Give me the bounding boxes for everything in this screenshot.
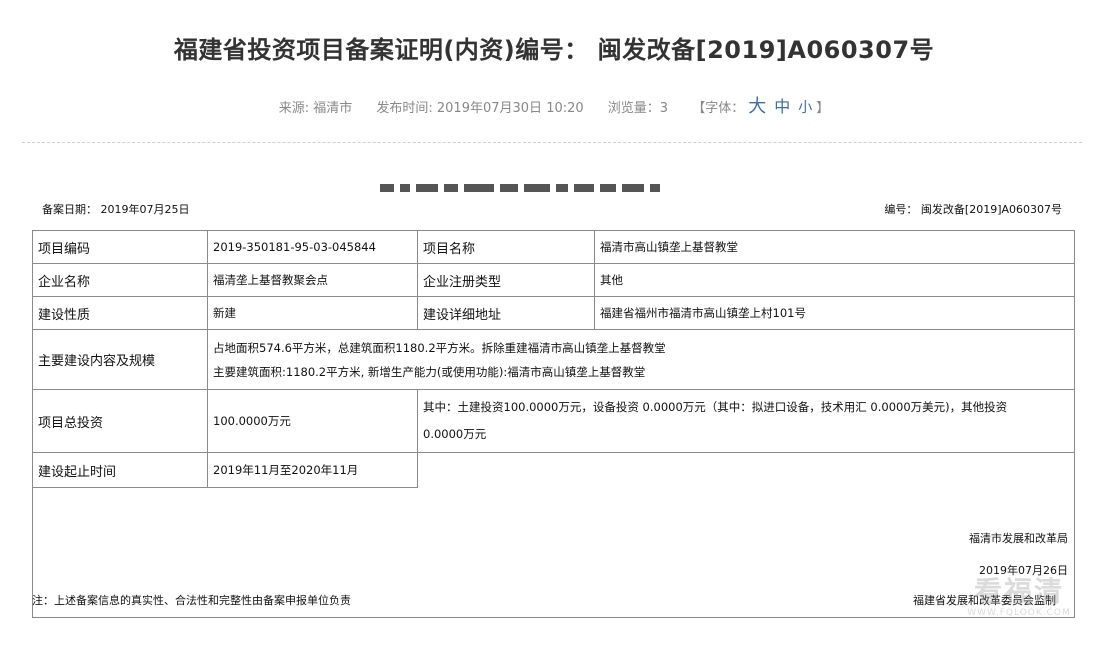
investment-detail-line-1: 其中：土建投资100.0000万元，设备投资 0.0000万元（其中：拟进口设备… [423,400,1008,414]
article-meta: 来源: 福清市 发布时间: 2019年07月30日 10:20 浏览量：3 【字… [0,92,1108,118]
record-number: 编号： 闽发改备[2019]A060307号 [884,203,1062,216]
construction-nature-value: 新建 [207,296,418,330]
construction-address-value: 福建省福州市福清市高山镇垄上村101号 [594,296,1075,330]
scale-line-2: 主要建筑面积:1180.2平方米, 新增生产能力(或使用功能):福清市高山镇垄上… [213,364,646,379]
article-title: 福建省投资项目备案证明(内资)编号： 闽发改备[2019]A060307号 [173,36,935,64]
table-row: 企业名称 福清垄上基督教聚会点 企业注册类型 其他 [32,263,1075,297]
project-code-value: 2019-350181-95-03-045844 [207,230,418,264]
font-size-prefix: 【字体： [692,101,745,116]
article-source: 来源: 福清市 [278,101,353,116]
issuing-authority: 福清市发展和改革局 [969,532,1068,545]
total-investment-value: 100.0000万元 [207,389,418,453]
font-size-control: 【字体：大中小】 [692,96,830,117]
scale-value: 占地面积574.6平方米，总建筑面积1180.2平方米。拆除重建福清市高山镇垄上… [207,329,1075,390]
document-header-clipped [380,180,730,194]
article-views: 浏览量：3 [607,101,669,116]
construction-address-label: 建设详细地址 [417,296,595,330]
footnote: 注：上述备案信息的真实性、合法性和完整性由备案申报单位负责 [32,594,351,607]
table-row: 项目总投资 100.0000万元 其中：土建投资100.0000万元，设备投资 … [32,389,1075,453]
article-publish-time: 发布时间: 2019年07月30日 10:20 [376,101,584,116]
font-size-medium-link[interactable]: 中 [774,97,790,116]
construction-nature-label: 建设性质 [32,296,208,330]
table-row: 项目编码 2019-350181-95-03-045844 项目名称 福清市高山… [32,230,1075,264]
table-row: 建设起止时间 2019年11月至2020年11月 [32,452,1075,488]
font-size-large-link[interactable]: 大 [748,96,766,117]
company-name-label: 企业名称 [32,263,208,297]
table-row: 主要建设内容及规模 占地面积574.6平方米，总建筑面积1180.2平方米。拆除… [32,329,1075,390]
project-code-label: 项目编码 [32,230,208,264]
construction-period-label: 建设起止时间 [32,452,208,488]
table-row: 建设性质 新建 建设详细地址 福建省福州市福清市高山镇垄上村101号 [32,296,1075,330]
investment-detail-line-2: 0.0000万元 [423,427,487,441]
total-investment-label: 项目总投资 [32,389,208,453]
divider [22,142,1082,143]
record-table: 项目编码 2019-350181-95-03-045844 项目名称 福清市高山… [32,230,1075,618]
registration-type-value: 其他 [594,263,1075,297]
construction-period-value: 2019年11月至2020年11月 [207,452,418,488]
registration-type-label: 企业注册类型 [417,263,595,297]
site-watermark: 看福清 WWW.FQLOOK.COM [954,570,1084,618]
watermark-url: WWW.FQLOOK.COM [967,608,1071,618]
scale-label: 主要建设内容及规模 [32,329,208,390]
company-name-value: 福清垄上基督教聚会点 [207,263,418,297]
font-size-suffix: 】 [816,101,830,116]
record-date: 备案日期： 2019年07月25日 [42,203,190,216]
watermark-logo-text: 看福清 [973,575,1064,608]
font-size-small-link[interactable]: 小 [798,100,812,116]
project-name-value: 福清市高山镇垄上基督教堂 [594,230,1075,264]
investment-detail: 其中：土建投资100.0000万元，设备投资 0.0000万元（其中：拟进口设备… [417,389,1075,453]
scale-line-1: 占地面积574.6平方米，总建筑面积1180.2平方米。拆除重建福清市高山镇垄上… [213,340,666,355]
project-name-label: 项目名称 [417,230,595,264]
